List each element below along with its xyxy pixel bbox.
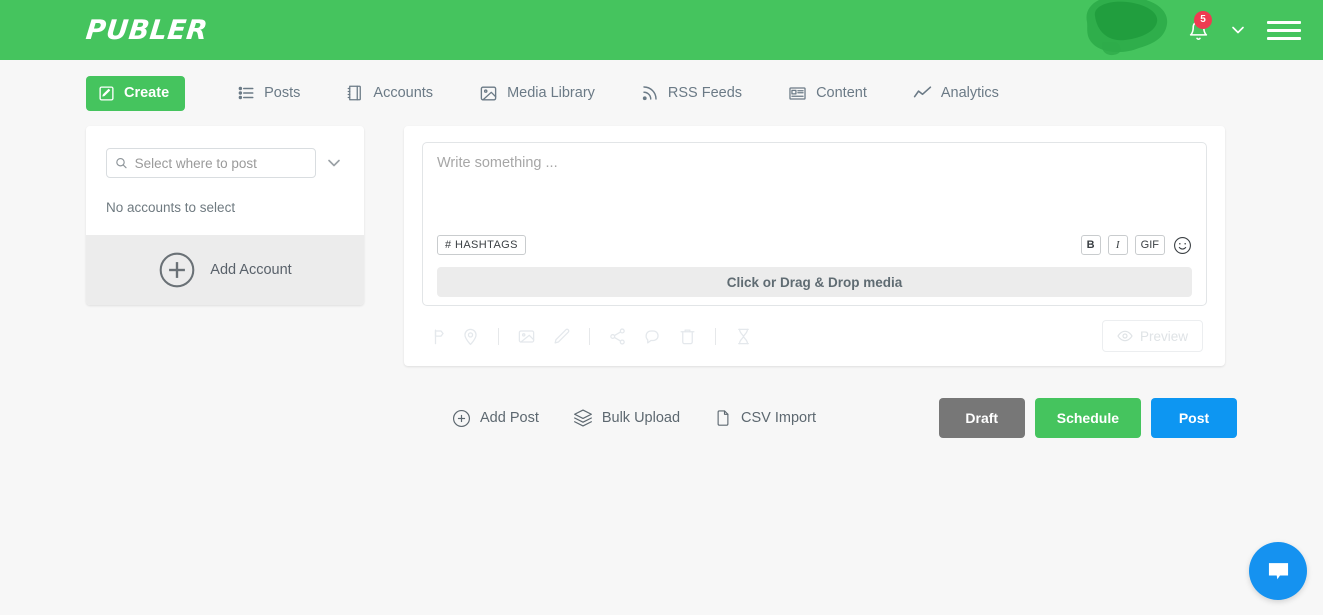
list-icon [237,84,255,102]
main-content: No accounts to select Add Account Write … [0,126,1323,366]
file-icon [717,410,729,426]
notification-badge: 5 [1194,11,1212,29]
brand-logo[interactable]: PUBLER [84,15,209,46]
chevron-down-icon[interactable] [324,153,344,173]
share-icon[interactable] [608,327,627,346]
rss-icon [641,84,659,102]
hamburger-bar [1267,20,1301,24]
toolbar-divider [498,327,499,345]
csv-import-label: CSV Import [741,410,816,426]
action-bar: Add Post Bulk Upload CSV Import Draft Sc… [0,398,1323,438]
newspaper-icon [788,84,807,103]
add-post-label: Add Post [480,410,539,426]
plus-circle-icon [159,252,195,288]
preview-button[interactable]: Preview [1101,320,1203,352]
primary-actions: Draft Schedule Post [938,398,1237,438]
composer-tool-icons [426,327,753,346]
hamburger-menu-icon[interactable] [1267,13,1301,47]
post-composer: Write something ... # HASHTAGS B I GIF C… [404,126,1225,366]
secondary-actions: Add Post Bulk Upload CSV Import [452,408,816,428]
search-input-wrapper[interactable] [106,148,316,178]
draft-button[interactable]: Draft [938,398,1025,438]
bulk-upload-button[interactable]: Bulk Upload [573,408,680,428]
book-icon [346,84,364,102]
bulk-upload-label: Bulk Upload [601,410,681,426]
hashtags-button[interactable]: # HASHTAGS [437,235,526,255]
nav-item-analytics[interactable]: Analytics [909,77,1003,110]
editor-toolbar: # HASHTAGS B I GIF [437,235,1192,255]
image-icon[interactable] [517,327,536,346]
chart-line-icon [913,84,932,103]
composer-bottom-toolbar: Preview [422,320,1207,358]
csv-import-button[interactable]: CSV Import [714,409,816,427]
comment-icon[interactable] [643,327,662,346]
nav-item-create[interactable]: Create [86,75,186,111]
hamburger-bar [1267,28,1301,32]
preview-label: Preview [1139,328,1188,344]
trash-icon[interactable] [678,327,697,346]
chat-bubble-icon [1268,562,1288,579]
chat-support-button[interactable] [1249,542,1307,600]
location-pin-icon[interactable] [461,327,480,346]
nav-item-accounts[interactable]: Accounts [342,77,437,109]
nav-label: Analytics [940,85,999,101]
nav-label: Content [816,85,867,101]
compose-icon [98,85,115,102]
nav-label: Posts [264,85,301,101]
add-account-label: Add Account [210,262,292,278]
main-navigation: Create Posts Accounts Media Library RSS … [0,60,1323,126]
signpost-icon[interactable] [426,327,445,346]
search-input[interactable] [134,155,307,171]
no-accounts-message: No accounts to select [106,200,236,215]
post-button[interactable]: Post [1151,398,1237,438]
add-post-button[interactable]: Add Post [452,409,539,428]
hourglass-icon[interactable] [734,327,753,346]
account-selector-top: No accounts to select [86,126,364,235]
account-menu-button[interactable] [1221,13,1255,47]
toolbar-divider [589,327,590,345]
nav-item-rss-feeds[interactable]: RSS Feeds [637,77,746,109]
notifications-button[interactable]: 5 [1181,11,1215,47]
nav-item-posts[interactable]: Posts [233,77,304,109]
italic-button[interactable]: I [1107,235,1128,255]
media-dropzone[interactable]: Click or Drag & Drop media [437,267,1192,297]
nav-label: Media Library [507,85,595,101]
post-text-input[interactable]: Write something ... [437,155,1192,233]
emoji-button[interactable] [1172,235,1192,255]
gif-button[interactable]: GIF [1134,235,1165,255]
app-header: PUBLER 5 [0,0,1323,60]
pencil-icon[interactable] [552,327,571,346]
hamburger-bar [1267,36,1301,40]
smiley-icon [1173,236,1191,254]
eye-icon [1117,330,1133,342]
toolbar-divider [715,327,716,345]
add-account-button[interactable]: Add Account [86,235,364,305]
nav-item-media-library[interactable]: Media Library [475,77,599,110]
avatar[interactable] [1073,0,1175,60]
layers-icon [573,409,592,427]
chevron-down-icon [1232,26,1244,34]
format-buttons: B I GIF [1080,235,1192,255]
bold-button[interactable]: B [1080,235,1101,255]
plus-circle-icon [452,409,471,427]
editor-container[interactable]: Write something ... # HASHTAGS B I GIF C… [422,142,1207,306]
nav-label: RSS Feeds [667,85,743,101]
schedule-button[interactable]: Schedule [1034,398,1141,438]
search-icon [116,157,127,169]
image-icon [479,84,498,103]
nav-label: Create [124,85,170,101]
account-selector-panel: No accounts to select Add Account [86,126,364,305]
account-search-row [106,148,344,178]
nav-label: Accounts [373,85,434,101]
header-actions: 5 [1181,0,1323,60]
nav-item-content[interactable]: Content [784,77,871,110]
